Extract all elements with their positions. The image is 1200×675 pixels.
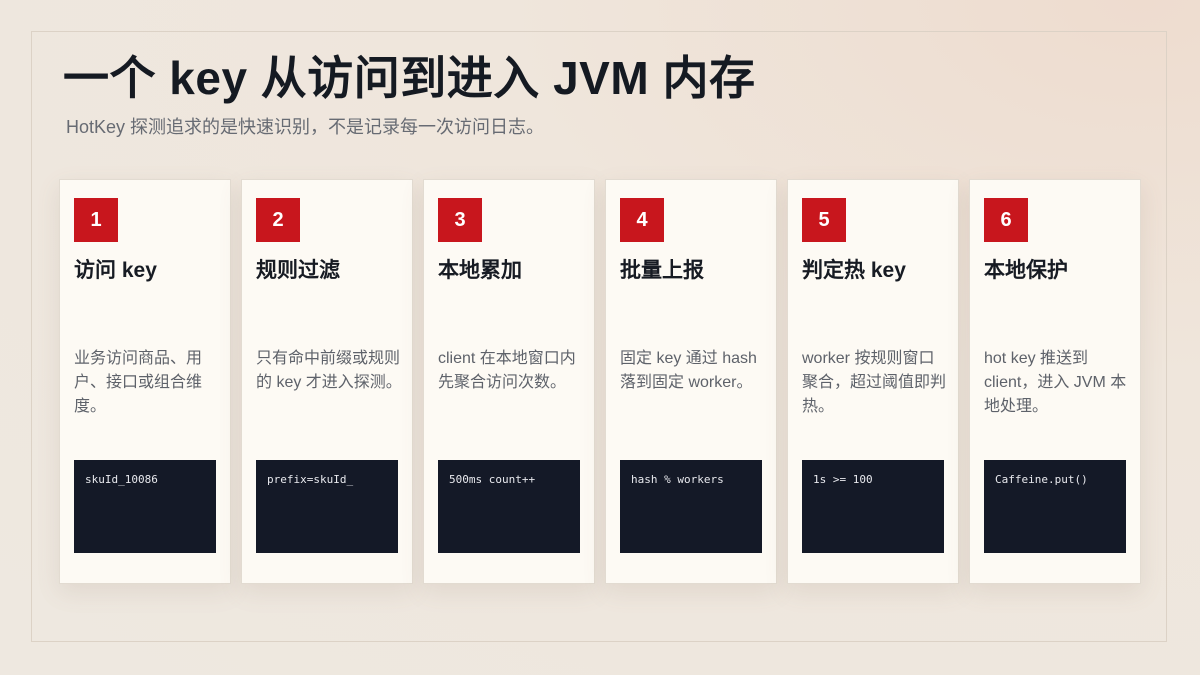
step-number-badge: 6 (984, 198, 1028, 242)
step-description: client 在本地窗口内先聚合访问次数。 (438, 350, 576, 391)
step-title: 访问 key (74, 259, 157, 282)
step-description: worker 按规则窗口聚合，超过阈值即判热。 (802, 350, 947, 415)
step-card-5: 5 判定热 key worker 按规则窗口聚合，超过阈值即判热。 1s >= … (787, 179, 959, 584)
code-snippet: prefix=skuId_ (256, 460, 398, 553)
step-title: 本地累加 (438, 259, 522, 282)
step-description: 业务访问商品、用户、接口或组合维度。 (74, 350, 203, 415)
code-snippet: skuId_10086 (74, 460, 216, 553)
step-card-4: 4 批量上报 固定 key 通过 hash 落到固定 worker。 hash … (605, 179, 777, 584)
step-title: 本地保护 (984, 259, 1068, 282)
step-number-badge: 3 (438, 198, 482, 242)
page-title: 一个 key 从访问到进入 JVM 内存 (63, 52, 756, 104)
step-title: 规则过滤 (256, 259, 340, 282)
step-description: 只有命中前缀或规则的 key 才进入探测。 (256, 350, 402, 391)
page-subtitle: HotKey 探测追求的是快速识别，不是记录每一次访问日志。 (66, 117, 545, 137)
step-card-2: 2 规则过滤 只有命中前缀或规则的 key 才进入探测。 prefix=skuI… (241, 179, 413, 584)
step-cards: 1 访问 key 业务访问商品、用户、接口或组合维度。 skuId_10086 … (59, 179, 1141, 584)
step-title: 判定热 key (802, 259, 906, 282)
step-card-1: 1 访问 key 业务访问商品、用户、接口或组合维度。 skuId_10086 (59, 179, 231, 584)
code-snippet: 1s >= 100 (802, 460, 944, 553)
step-number-badge: 2 (256, 198, 300, 242)
step-description: 固定 key 通过 hash 落到固定 worker。 (620, 350, 757, 391)
step-number-badge: 4 (620, 198, 664, 242)
step-title: 批量上报 (620, 259, 704, 282)
step-number-badge: 5 (802, 198, 846, 242)
step-card-3: 3 本地累加 client 在本地窗口内先聚合访问次数。 500ms count… (423, 179, 595, 584)
step-description: hot key 推送到 client，进入 JVM 本地处理。 (984, 350, 1127, 415)
step-number-badge: 1 (74, 198, 118, 242)
step-card-6: 6 本地保护 hot key 推送到 client，进入 JVM 本地处理。 C… (969, 179, 1141, 584)
code-snippet: hash % workers (620, 460, 762, 553)
code-snippet: Caffeine.put() (984, 460, 1126, 553)
code-snippet: 500ms count++ (438, 460, 580, 553)
